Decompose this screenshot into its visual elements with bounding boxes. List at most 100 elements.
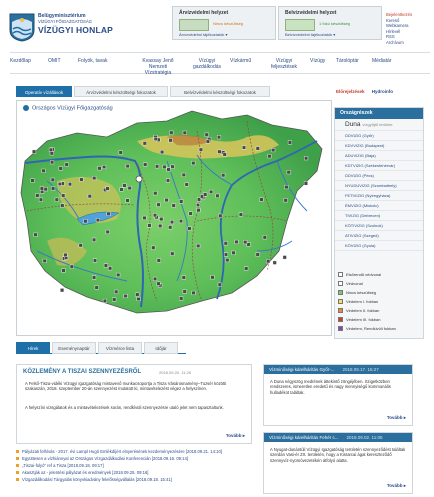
gauge-station-marker[interactable] <box>195 202 200 207</box>
gauge-station-marker[interactable] <box>105 229 110 234</box>
gauge-station-marker[interactable] <box>125 164 130 169</box>
gauge-station-marker[interactable] <box>156 258 161 263</box>
gauge-station-marker[interactable] <box>135 292 140 297</box>
gauge-station-marker[interactable] <box>112 297 117 302</box>
coat-of-arms-logo[interactable] <box>8 12 36 42</box>
tab-gauge-list[interactable]: Vízmérce lista <box>98 342 142 354</box>
region-item[interactable]: NYUDUVIZIG (Szombathely) <box>335 181 423 191</box>
gauge-station-marker[interactable] <box>61 268 66 273</box>
gauge-station-marker[interactable] <box>116 272 121 277</box>
gauge-station-marker[interactable] <box>159 217 164 222</box>
gauge-station-marker[interactable] <box>164 198 169 203</box>
nav-item-home[interactable]: Kezdőlap <box>10 58 31 64</box>
gauge-station-marker[interactable] <box>231 250 236 255</box>
tab-inland-water-alert-levels[interactable]: Belvízvédelmi készültségi fokozatok <box>170 86 270 97</box>
nav-item-water-affairs[interactable]: Vízügy <box>310 58 325 64</box>
gauge-station-marker[interactable] <box>205 139 210 144</box>
nav-item-water-management[interactable]: Vízügyi gazdálkodás <box>190 58 224 70</box>
webcam-link[interactable]: Webkamera <box>386 23 412 29</box>
flood-info-link[interactable]: Árvízvédelmi tájékoztatók ▾ <box>179 32 227 37</box>
nav-item-water-strategy[interactable]: Kvassay Jenő Nemzeti Vízstratégia <box>136 58 180 76</box>
nav-item-developments[interactable]: Vízügyi feljesztések <box>268 58 300 70</box>
tab-operative-water-levels[interactable]: Operatív vízállások <box>16 86 72 97</box>
article-more-link[interactable]: Tovább ▸ <box>226 433 245 439</box>
gauge-station-marker[interactable] <box>204 132 209 137</box>
gauge-station-marker[interactable] <box>170 164 175 169</box>
news-list-item[interactable]: Pályázati felhívás - 2017. évi Lampl Hug… <box>16 448 252 455</box>
gauge-station-marker[interactable] <box>216 135 221 140</box>
gauge-station-marker[interactable] <box>147 223 152 228</box>
gauge-station-marker[interactable] <box>108 266 113 271</box>
news-list-item[interactable]: Együttesen a vízhiánnyal az Országos Víz… <box>16 455 252 462</box>
gauge-station-marker[interactable] <box>221 173 226 178</box>
gauge-station-marker[interactable] <box>184 182 189 187</box>
gauge-station-marker[interactable] <box>284 185 289 190</box>
gauge-station-marker[interactable] <box>125 198 130 203</box>
gauge-station-marker[interactable] <box>188 211 193 216</box>
region-item[interactable]: DDVIZIG (Pécs) <box>335 171 423 181</box>
gauge-station-marker[interactable] <box>92 275 97 280</box>
gauge-station-marker[interactable] <box>179 199 184 204</box>
gauge-station-marker[interactable] <box>151 245 156 250</box>
gauge-station-marker[interactable] <box>49 151 54 156</box>
tab-events[interactable]: Eseménynaptár <box>52 342 96 354</box>
gauge-station-marker[interactable] <box>118 150 123 155</box>
gauge-station-marker[interactable] <box>181 275 186 280</box>
gauge-station-marker[interactable] <box>286 170 291 175</box>
side-news-header[interactable]: Vízminőségi kárelhárítás Győr-... 2018.09… <box>264 365 412 374</box>
gauge-station-marker[interactable] <box>243 240 248 245</box>
gauge-station-marker[interactable] <box>92 237 97 242</box>
nav-item-water-damage[interactable]: Vízkármű <box>230 58 251 64</box>
gauge-station-marker[interactable] <box>225 258 230 263</box>
gauge-station-marker[interactable] <box>255 252 260 257</box>
nav-item-omit[interactable]: OMIT <box>48 58 61 64</box>
gauge-station-marker[interactable] <box>158 223 163 228</box>
nav-item-rivers-lakes[interactable]: Folyók, tavak <box>78 58 107 64</box>
gauge-station-marker[interactable] <box>48 147 53 152</box>
gauge-station-marker[interactable] <box>217 149 222 154</box>
gauge-station-marker[interactable] <box>153 191 158 196</box>
gauge-station-marker[interactable] <box>60 203 65 208</box>
gauge-station-marker[interactable] <box>210 275 215 280</box>
gauge-station-marker[interactable] <box>222 152 227 157</box>
gauge-station-marker[interactable] <box>114 289 119 294</box>
gauge-station-marker[interactable] <box>203 192 208 197</box>
news-list-item[interactable]: Vízgazdálkodási Tárgyalás könyvkiadvány … <box>16 476 252 483</box>
region-item[interactable]: ADUVIZIG (Baja) <box>335 151 423 161</box>
gauge-station-marker[interactable] <box>196 243 201 248</box>
flood-status-box[interactable]: Árvízvédelmi helyzet Nincs készültség Ár… <box>172 6 276 40</box>
gauge-station-marker[interactable] <box>266 259 271 264</box>
gauge-station-marker[interactable] <box>166 167 171 172</box>
nav-item-media[interactable]: Médiatár <box>372 58 391 64</box>
gauge-station-marker[interactable] <box>241 145 246 150</box>
gauge-station-marker[interactable] <box>168 225 173 230</box>
gauge-station-marker[interactable] <box>68 182 73 187</box>
gauge-station-marker[interactable] <box>79 177 84 182</box>
gauge-station-marker[interactable] <box>143 162 148 167</box>
region-danube-basin[interactable]: Duna vízgyűjtő területe <box>335 119 423 131</box>
gauge-station-marker[interactable] <box>282 255 287 260</box>
gauge-station-marker[interactable] <box>255 146 260 151</box>
region-item[interactable]: KDVVIZIG (Budapest) <box>335 141 423 151</box>
gauge-station-marker[interactable] <box>122 183 127 188</box>
gauge-station-marker[interactable] <box>136 296 141 301</box>
gauge-station-marker[interactable] <box>30 178 35 183</box>
archive-link[interactable]: Archívum <box>386 40 412 46</box>
article-title[interactable]: KÖZLEMÉNY A TISZAI SZENNYEZÉSRŐL <box>23 369 141 375</box>
region-item[interactable]: TIVIZIG (Debrecen) <box>335 211 423 221</box>
gauge-station-marker[interactable] <box>152 213 157 218</box>
gauge-station-marker[interactable] <box>165 178 170 183</box>
gauge-station-marker[interactable] <box>102 164 107 169</box>
news-list-item[interactable]: Akasztják az - jelentési pályázat és ere… <box>16 469 252 476</box>
inland-water-status-box[interactable]: Belvízvédelmi helyzet 1 fokú készültség … <box>278 6 382 40</box>
region-item[interactable]: FETIVIZIG (Nyíregyháza) <box>335 191 423 201</box>
gauge-station-marker[interactable] <box>160 150 165 155</box>
map-canvas[interactable] <box>17 101 332 336</box>
gauge-station-marker[interactable] <box>156 202 161 207</box>
gauge-station-marker[interactable] <box>43 187 48 192</box>
side-news-more-link[interactable]: Tovább ▸ <box>387 415 406 421</box>
gauge-station-marker[interactable] <box>97 166 102 171</box>
gauge-station-marker[interactable] <box>267 154 272 159</box>
gauge-station-marker[interactable] <box>196 208 201 213</box>
gauge-station-marker[interactable] <box>78 243 83 248</box>
